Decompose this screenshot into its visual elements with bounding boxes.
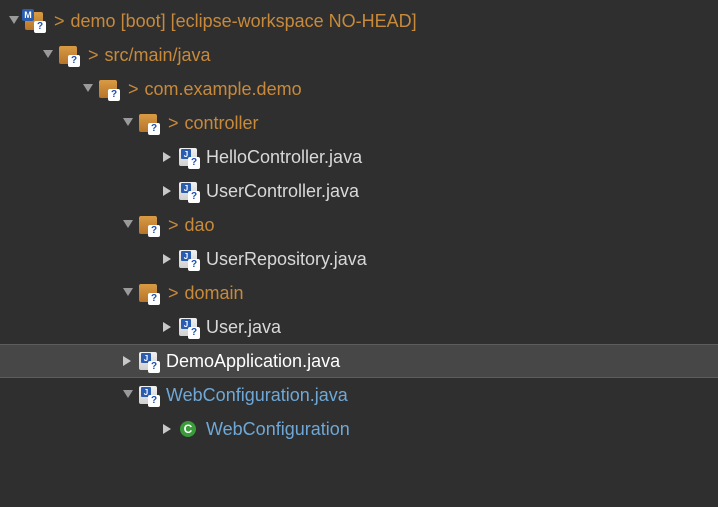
package-icon: ? — [98, 79, 118, 99]
file-label: UserController.java — [206, 181, 359, 202]
file-label: UserRepository.java — [206, 249, 367, 270]
java-file-icon: J? — [178, 317, 198, 337]
package-label: controller — [185, 113, 259, 134]
collapse-arrow-icon[interactable] — [160, 152, 176, 162]
source-folder-icon: ? — [58, 45, 78, 65]
tree-row-file-selected[interactable]: J? DemoApplication.java — [0, 344, 718, 378]
collapse-arrow-icon[interactable] — [160, 186, 176, 196]
tree-row-package-domain[interactable]: ? > domain — [0, 276, 718, 310]
git-dirty-marker: > — [168, 283, 179, 304]
tree-row-file[interactable]: J? HelloController.java — [0, 140, 718, 174]
package-explorer-tree[interactable]: M? > demo [boot] [eclipse-workspace NO-H… — [0, 0, 718, 446]
java-file-icon: J? — [178, 249, 198, 269]
package-label: domain — [185, 283, 244, 304]
package-label: com.example.demo — [145, 79, 302, 100]
tree-row-file[interactable]: J? WebConfiguration.java — [0, 378, 718, 412]
file-label: WebConfiguration.java — [166, 385, 348, 406]
collapse-arrow-icon[interactable] — [120, 356, 136, 366]
class-icon: C — [178, 419, 198, 439]
git-dirty-marker: > — [168, 215, 179, 236]
expand-arrow-icon[interactable] — [120, 118, 136, 128]
package-icon: ? — [138, 283, 158, 303]
expand-arrow-icon[interactable] — [120, 288, 136, 298]
collapse-arrow-icon[interactable] — [160, 254, 176, 264]
file-label: HelloController.java — [206, 147, 362, 168]
java-file-icon: J? — [138, 385, 158, 405]
tree-row-package-controller[interactable]: ? > controller — [0, 106, 718, 140]
expand-arrow-icon[interactable] — [120, 220, 136, 230]
java-file-icon: J? — [138, 351, 158, 371]
tree-row-package[interactable]: ? > com.example.demo — [0, 72, 718, 106]
collapse-arrow-icon[interactable] — [160, 322, 176, 332]
project-name: demo — [71, 11, 116, 32]
tree-row-class[interactable]: C WebConfiguration — [0, 412, 718, 446]
tree-row-src-folder[interactable]: ? > src/main/java — [0, 38, 718, 72]
tree-row-file[interactable]: J? User.java — [0, 310, 718, 344]
expand-arrow-icon[interactable] — [120, 390, 136, 400]
tree-row-file[interactable]: J? UserRepository.java — [0, 242, 718, 276]
collapse-arrow-icon[interactable] — [160, 424, 176, 434]
expand-arrow-icon[interactable] — [40, 50, 56, 60]
class-label: WebConfiguration — [206, 419, 350, 440]
expand-arrow-icon[interactable] — [6, 16, 22, 26]
project-suffix: [boot] [eclipse-workspace NO-HEAD] — [121, 11, 417, 32]
git-dirty-marker: > — [54, 11, 65, 32]
java-file-icon: J? — [178, 181, 198, 201]
git-dirty-marker: > — [128, 79, 139, 100]
package-label: dao — [185, 215, 215, 236]
tree-row-project[interactable]: M? > demo [boot] [eclipse-workspace NO-H… — [0, 4, 718, 38]
git-dirty-marker: > — [88, 45, 99, 66]
java-file-icon: J? — [178, 147, 198, 167]
tree-row-file[interactable]: J? UserController.java — [0, 174, 718, 208]
git-dirty-marker: > — [168, 113, 179, 134]
tree-row-package-dao[interactable]: ? > dao — [0, 208, 718, 242]
project-icon: M? — [24, 11, 44, 31]
package-icon: ? — [138, 215, 158, 235]
file-label: User.java — [206, 317, 281, 338]
expand-arrow-icon[interactable] — [80, 84, 96, 94]
package-icon: ? — [138, 113, 158, 133]
file-label: DemoApplication.java — [166, 351, 340, 372]
src-folder-label: src/main/java — [105, 45, 211, 66]
